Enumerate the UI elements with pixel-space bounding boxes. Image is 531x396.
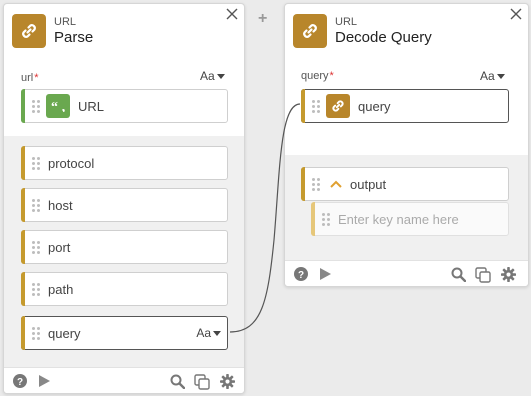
drag-handle-icon[interactable] bbox=[32, 198, 40, 212]
close-icon[interactable] bbox=[226, 8, 238, 20]
drag-handle-icon[interactable] bbox=[32, 99, 40, 113]
text-format-toggle[interactable]: Aa bbox=[196, 326, 221, 340]
add-module-button[interactable]: + bbox=[258, 10, 267, 28]
drag-handle-icon[interactable] bbox=[32, 156, 40, 170]
question-icon[interactable]: ? bbox=[294, 267, 308, 281]
url-parse-module[interactable]: URL Parse url* Aa “ „ URL protocol bbox=[3, 3, 245, 394]
link-icon bbox=[293, 14, 327, 48]
url-decode-query-module[interactable]: URL Decode Query query* Aa query output bbox=[284, 3, 529, 287]
play-icon[interactable] bbox=[318, 267, 332, 281]
module-header[interactable]: URL Decode Query bbox=[285, 4, 528, 58]
link-icon bbox=[326, 94, 350, 118]
link-icon bbox=[12, 14, 46, 48]
key-name-input[interactable]: Enter key name here bbox=[311, 202, 509, 236]
module-title: Decode Query bbox=[335, 28, 432, 46]
output-pill-path[interactable]: path bbox=[21, 272, 228, 306]
url-input-value: URL bbox=[78, 98, 105, 114]
url-field-label: url* bbox=[21, 72, 39, 84]
module-app-name: URL bbox=[335, 16, 358, 29]
module-footer: ? bbox=[285, 260, 528, 286]
caret-down-icon bbox=[216, 73, 225, 79]
search-icon[interactable] bbox=[451, 267, 466, 282]
svg-text:?: ? bbox=[17, 377, 23, 388]
text-format-toggle[interactable]: Aa bbox=[200, 69, 225, 83]
output-label: query bbox=[48, 325, 81, 341]
output-label: output bbox=[350, 176, 387, 192]
query-input-value: query bbox=[358, 98, 391, 114]
copy-icon[interactable] bbox=[475, 267, 491, 283]
query-field-label: query* bbox=[301, 70, 334, 82]
module-footer: ? bbox=[4, 367, 244, 393]
url-input-pill[interactable]: “ „ URL bbox=[21, 89, 228, 123]
drag-handle-icon[interactable] bbox=[322, 212, 330, 226]
output-label: host bbox=[48, 197, 73, 213]
gear-icon[interactable] bbox=[501, 267, 516, 282]
close-icon[interactable] bbox=[510, 8, 522, 20]
caret-down-icon bbox=[213, 330, 221, 336]
drag-handle-icon[interactable] bbox=[312, 177, 320, 191]
quote-icon: “ „ bbox=[46, 94, 70, 118]
output-label: path bbox=[48, 281, 74, 297]
text-format-toggle[interactable]: Aa bbox=[480, 69, 505, 83]
key-name-placeholder: Enter key name here bbox=[338, 211, 459, 227]
query-input-pill[interactable]: query bbox=[301, 89, 509, 123]
drag-handle-icon[interactable] bbox=[32, 240, 40, 254]
search-icon[interactable] bbox=[170, 374, 185, 389]
output-label: port bbox=[48, 239, 71, 255]
drag-handle-icon[interactable] bbox=[32, 326, 40, 340]
caret-down-icon bbox=[496, 73, 505, 79]
module-header[interactable]: URL Parse bbox=[4, 4, 244, 58]
module-app-name: URL bbox=[54, 16, 77, 29]
drag-handle-icon[interactable] bbox=[32, 282, 40, 296]
module-title: Parse bbox=[54, 28, 94, 46]
play-icon[interactable] bbox=[37, 374, 51, 388]
question-icon[interactable]: ? bbox=[13, 374, 27, 388]
output-label: protocol bbox=[48, 155, 95, 171]
drag-handle-icon[interactable] bbox=[312, 99, 320, 113]
output-pill-query[interactable]: query Aa bbox=[21, 316, 228, 350]
output-pill-protocol[interactable]: protocol bbox=[21, 146, 228, 180]
svg-text:?: ? bbox=[298, 270, 304, 281]
svg-text:“ „: “ „ bbox=[51, 100, 65, 112]
output-pill-port[interactable]: port bbox=[21, 230, 228, 264]
copy-icon[interactable] bbox=[194, 374, 210, 390]
output-pill-output[interactable]: output bbox=[301, 167, 509, 201]
output-pill-host[interactable]: host bbox=[21, 188, 228, 222]
gear-icon[interactable] bbox=[220, 374, 235, 389]
chevron-up-icon[interactable] bbox=[330, 180, 342, 188]
